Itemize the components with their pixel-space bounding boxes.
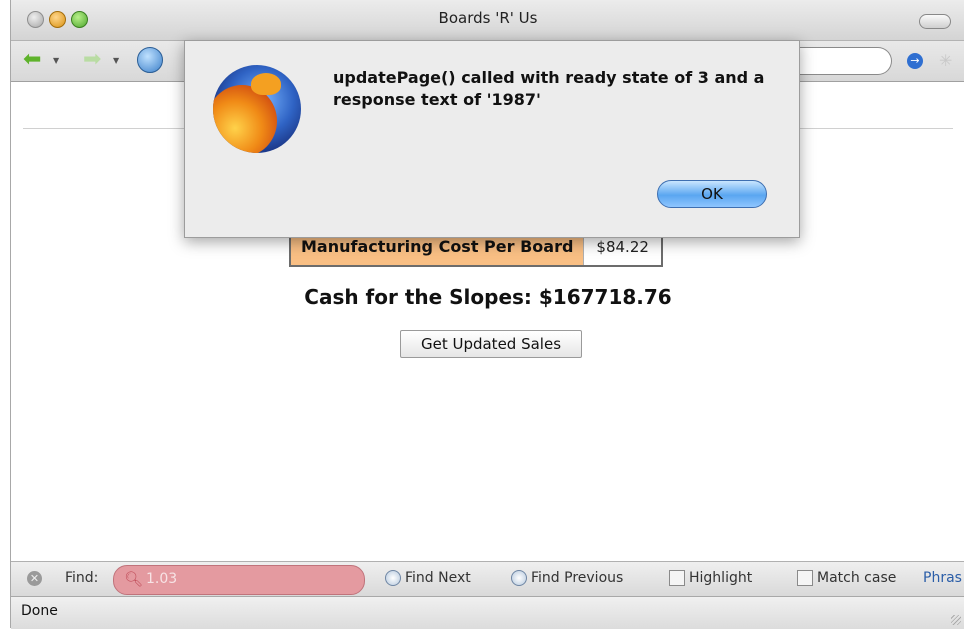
cash-heading: Cash for the Slopes: $167718.76 — [304, 285, 672, 309]
toolbar-toggle-button[interactable] — [919, 14, 951, 29]
highlight-icon — [669, 570, 685, 586]
alert-dialog: updatePage() called with ready state of … — [184, 40, 800, 238]
go-icon[interactable]: → — [907, 53, 923, 69]
find-previous-icon — [511, 570, 527, 586]
loading-throbber-icon: ✳ — [939, 51, 953, 70]
find-label: Find: — [65, 570, 99, 586]
forward-history-dropdown-icon[interactable]: ▼ — [113, 56, 119, 65]
find-input[interactable]: 🔍︎ 1.03 — [113, 565, 365, 595]
find-next-label: Find Next — [405, 570, 471, 586]
phrase-label: Phras — [923, 570, 962, 586]
back-history-dropdown-icon[interactable]: ▼ — [53, 56, 59, 65]
title-bar[interactable]: Boards 'R' Us — [11, 0, 964, 41]
resize-grip-icon[interactable] — [951, 615, 961, 625]
find-bar: ✕ Find: 🔍︎ 1.03 Find Next Find Previous … — [11, 561, 964, 596]
match-case-label: Match case — [817, 570, 897, 586]
back-arrow-icon[interactable]: ⬅ — [23, 49, 41, 71]
forward-arrow-icon[interactable]: ➡ — [83, 49, 101, 71]
window-title: Boards 'R' Us — [438, 9, 538, 27]
find-next-icon — [385, 570, 401, 586]
highlight-button[interactable]: Highlight — [669, 570, 752, 586]
close-find-bar-icon[interactable]: ✕ — [27, 571, 42, 586]
phrase-option[interactable]: Phras — [923, 570, 962, 586]
status-bar: Done — [11, 596, 964, 629]
get-updated-sales-button[interactable]: Get Updated Sales — [400, 330, 582, 358]
search-icon: 🔍︎ — [124, 570, 144, 588]
find-query: 1.03 — [146, 571, 178, 587]
firefox-head-shape — [251, 73, 281, 95]
highlight-label: Highlight — [689, 570, 753, 586]
dialog-message: updatePage() called with ready state of … — [333, 68, 765, 109]
match-case-checkbox[interactable]: Match case — [797, 570, 896, 586]
find-previous-label: Find Previous — [531, 570, 624, 586]
reload-icon[interactable] — [137, 47, 163, 73]
find-previous-button[interactable]: Find Previous — [511, 570, 623, 586]
checkbox-icon — [797, 570, 813, 586]
firefox-tail-shape — [213, 85, 277, 153]
find-next-button[interactable]: Find Next — [385, 570, 471, 586]
firefox-logo-icon — [213, 65, 301, 153]
ok-button[interactable]: OK — [657, 180, 767, 208]
status-text: Done — [21, 603, 58, 619]
